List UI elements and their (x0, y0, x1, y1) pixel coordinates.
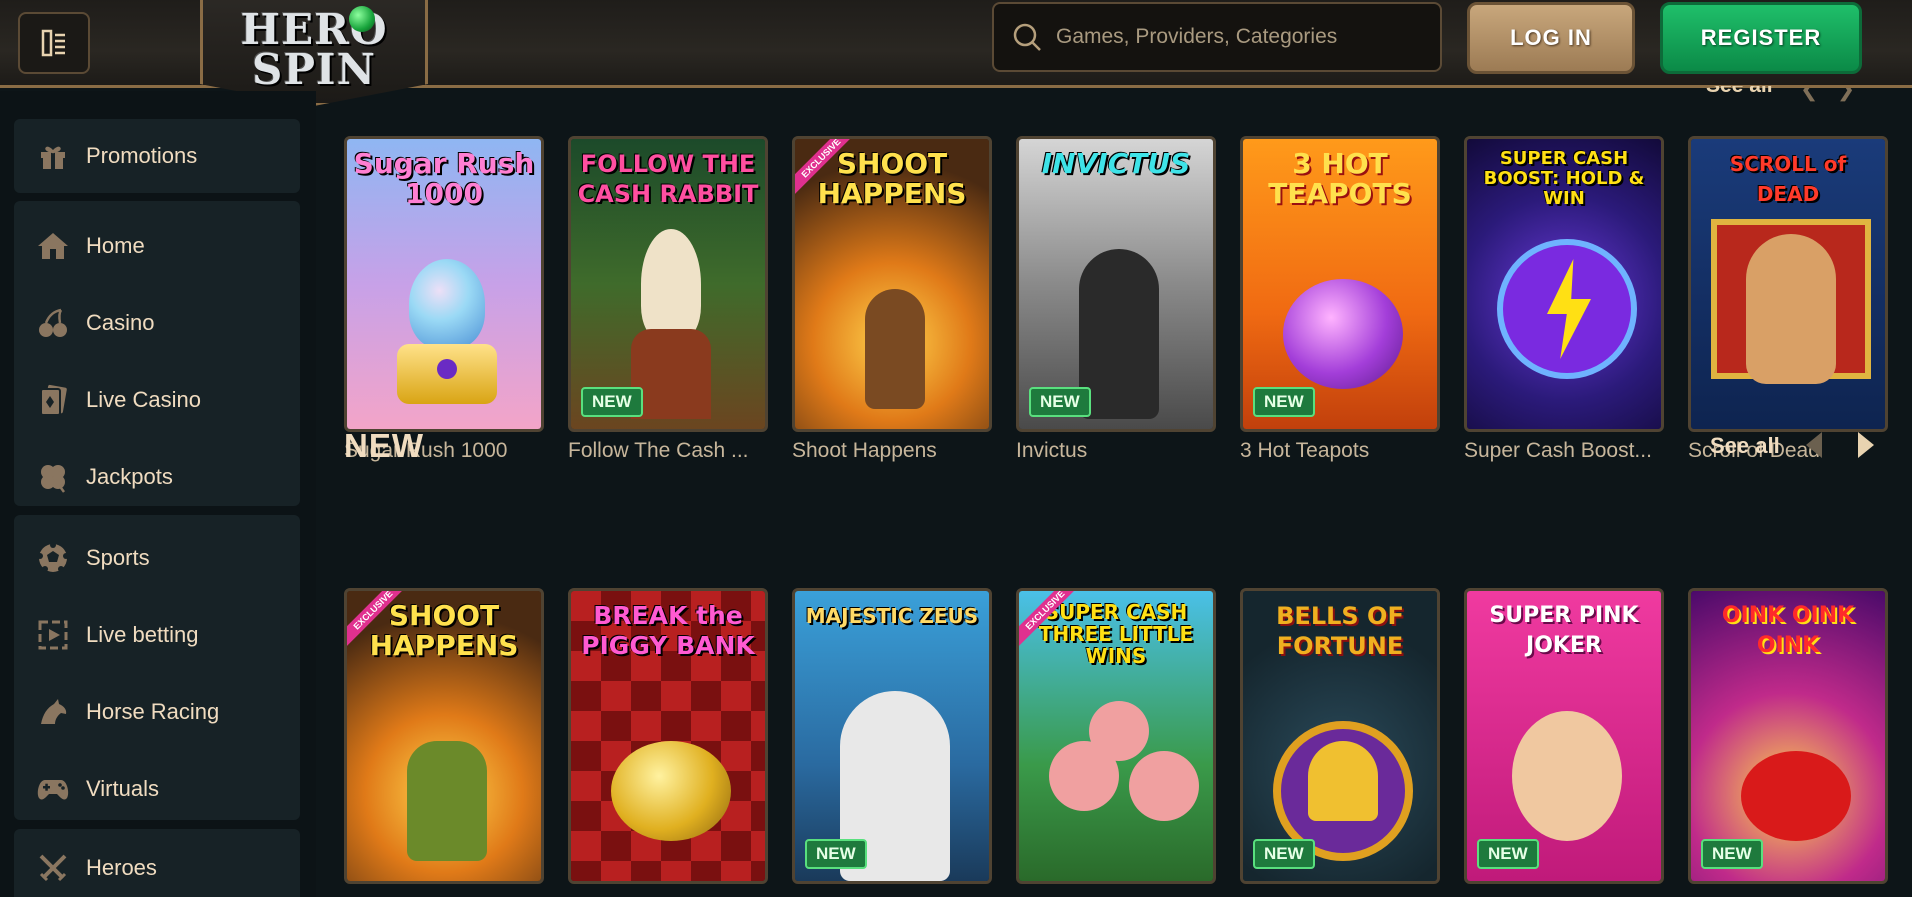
clover-icon (36, 460, 70, 494)
section-title-new: NEW (344, 427, 424, 464)
game-card-sugar-rush-1000[interactable]: Sugar Rush 1000 (344, 136, 544, 432)
gamepad-icon (36, 772, 70, 806)
game-art-title: FOLLOW THE CASH RABBIT (577, 150, 759, 208)
new-badge: NEW (1701, 839, 1763, 869)
game-card-3-hot-teapots[interactable]: 3 HOT TEAPOTS NEW (1240, 136, 1440, 432)
game-name[interactable]: Follow The Cash ... (568, 439, 749, 463)
new-next-button[interactable] (1848, 425, 1884, 465)
sidebar-item-horse-racing[interactable]: Horse Racing (14, 683, 300, 741)
sidebar-item-casino[interactable]: Casino (14, 294, 300, 352)
sidebar-item-home[interactable]: Home (14, 217, 300, 275)
game-art-title: MAJESTIC ZEUS (805, 604, 979, 628)
sidebar-item-label: Home (86, 233, 145, 258)
game-card-super-cash-boost[interactable]: SUPER CASH BOOST: HOLD & WIN (1464, 136, 1664, 432)
game-card-super-cash-three-little-wins[interactable]: SUPER CASH THREE LITTLE WINS EXCLUSIVE (1016, 588, 1216, 884)
game-card-shoot-happens-new[interactable]: SHOOT HAPPENS EXCLUSIVE (344, 588, 544, 884)
horse-icon (36, 695, 70, 729)
sidebar-item-heroes[interactable]: Heroes (14, 839, 300, 897)
sidebar-item-label: Virtuals (86, 776, 159, 801)
game-card-bells-of-fortune[interactable]: BELLS OF FORTUNE NEW (1240, 588, 1440, 884)
chevron-left-icon (1806, 432, 1822, 458)
game-card-oink-oink-oink[interactable]: OINK OINK OINK NEW (1688, 588, 1888, 884)
gift-icon (36, 139, 70, 173)
cherries-icon (36, 306, 70, 340)
new-badge: NEW (1477, 839, 1539, 869)
sidebar-toggle-icon (41, 29, 65, 57)
sidebar-group-promotions: Promotions (14, 119, 300, 193)
site-header: HERO SPIN LOG IN REGISTER (0, 0, 1912, 106)
new-badge: NEW (1253, 387, 1315, 417)
game-art-title: BELLS OF FORTUNE (1276, 602, 1404, 660)
game-card-follow-the-cash-rabbit[interactable]: FOLLOW THE CASH RABBIT NEW (568, 136, 768, 432)
logo-gem-icon (349, 6, 375, 32)
new-prev-button[interactable] (1796, 425, 1832, 465)
sidebar-item-label: Horse Racing (86, 699, 220, 724)
sidebar-item-sports[interactable]: Sports (14, 529, 300, 587)
sidebar-item-live-casino[interactable]: Live Casino (14, 371, 300, 429)
game-art-title: BREAK the PIGGY BANK (581, 601, 755, 660)
chevron-right-icon (1858, 432, 1874, 458)
game-card-invictus[interactable]: INVICTUS NEW (1016, 136, 1216, 432)
game-art-title: 3 HOT TEAPOTS (1268, 147, 1412, 210)
search-icon (1013, 23, 1041, 51)
soccer-ball-icon (36, 541, 70, 575)
sidebar-item-label: Jackpots (86, 464, 173, 489)
sidebar: Promotions Home Casino Live Casino Jackp… (0, 91, 316, 897)
search-input[interactable] (1056, 25, 1416, 49)
sidebar-item-jackpots[interactable]: Jackpots (14, 448, 300, 506)
game-card-break-the-piggy-bank[interactable]: BREAK the PIGGY BANK (568, 588, 768, 884)
sidebar-item-promotions[interactable]: Promotions (14, 127, 300, 185)
sidebar-group-casino: Home Casino Live Casino Jackpots (14, 201, 300, 506)
sidebar-item-label: Sports (86, 545, 150, 570)
game-card-majestic-zeus[interactable]: MAJESTIC ZEUS NEW (792, 588, 992, 884)
sidebar-group-sports: Sports Live betting Horse Racing Virtual… (14, 515, 300, 820)
game-art-title: SUPER CASH BOOST: HOLD & WIN (1483, 148, 1645, 209)
sidebar-item-live-betting[interactable]: Live betting (14, 606, 300, 664)
sidebar-item-label: Heroes (86, 855, 157, 880)
sidebar-item-label: Promotions (86, 143, 198, 168)
game-art-title: INVICTUS (1041, 147, 1191, 180)
sidebar-item-virtuals[interactable]: Virtuals (14, 760, 300, 818)
game-card-super-pink-joker[interactable]: SUPER PINK JOKER NEW (1464, 588, 1664, 884)
game-name[interactable]: Shoot Happens (792, 439, 937, 463)
search-bar[interactable] (992, 2, 1442, 72)
new-badge: NEW (1253, 839, 1315, 869)
new-see-all-link[interactable]: See all (1710, 433, 1780, 459)
main-content: Sugar Rush 1000 Sugar Rush 1000 FOLLOW T… (316, 91, 1912, 897)
game-card-scroll-of-dead[interactable]: SCROLL of DEAD (1688, 136, 1888, 432)
game-name[interactable]: Super Cash Boost... (1464, 439, 1652, 463)
menu-toggle-button[interactable] (18, 12, 90, 74)
game-art-title: OINK OINK OINK (1721, 603, 1855, 658)
logo-line-2: SPIN (252, 44, 376, 94)
live-play-icon (36, 618, 70, 652)
game-art-title: Sugar Rush 1000 (353, 147, 535, 210)
sidebar-item-label: Live betting (86, 622, 199, 647)
game-name[interactable]: Invictus (1016, 439, 1087, 463)
login-button[interactable]: LOG IN (1467, 2, 1635, 74)
new-badge: NEW (581, 387, 643, 417)
register-button[interactable]: REGISTER (1660, 2, 1862, 74)
game-name[interactable]: 3 Hot Teapots (1240, 439, 1369, 463)
new-badge: NEW (1029, 387, 1091, 417)
crossed-swords-icon (36, 851, 70, 885)
sidebar-item-label: Casino (86, 310, 155, 335)
sidebar-item-label: Live Casino (86, 387, 201, 412)
game-card-shoot-happens[interactable]: SHOOT HAPPENS EXCLUSIVE (792, 136, 992, 432)
new-badge: NEW (805, 839, 867, 869)
game-art-title: SUPER PINK JOKER (1489, 603, 1639, 658)
cards-icon (36, 383, 70, 417)
home-icon (36, 229, 70, 263)
sidebar-group-heroes: Heroes (14, 829, 300, 897)
game-art-title: SCROLL of DEAD (1729, 152, 1847, 206)
